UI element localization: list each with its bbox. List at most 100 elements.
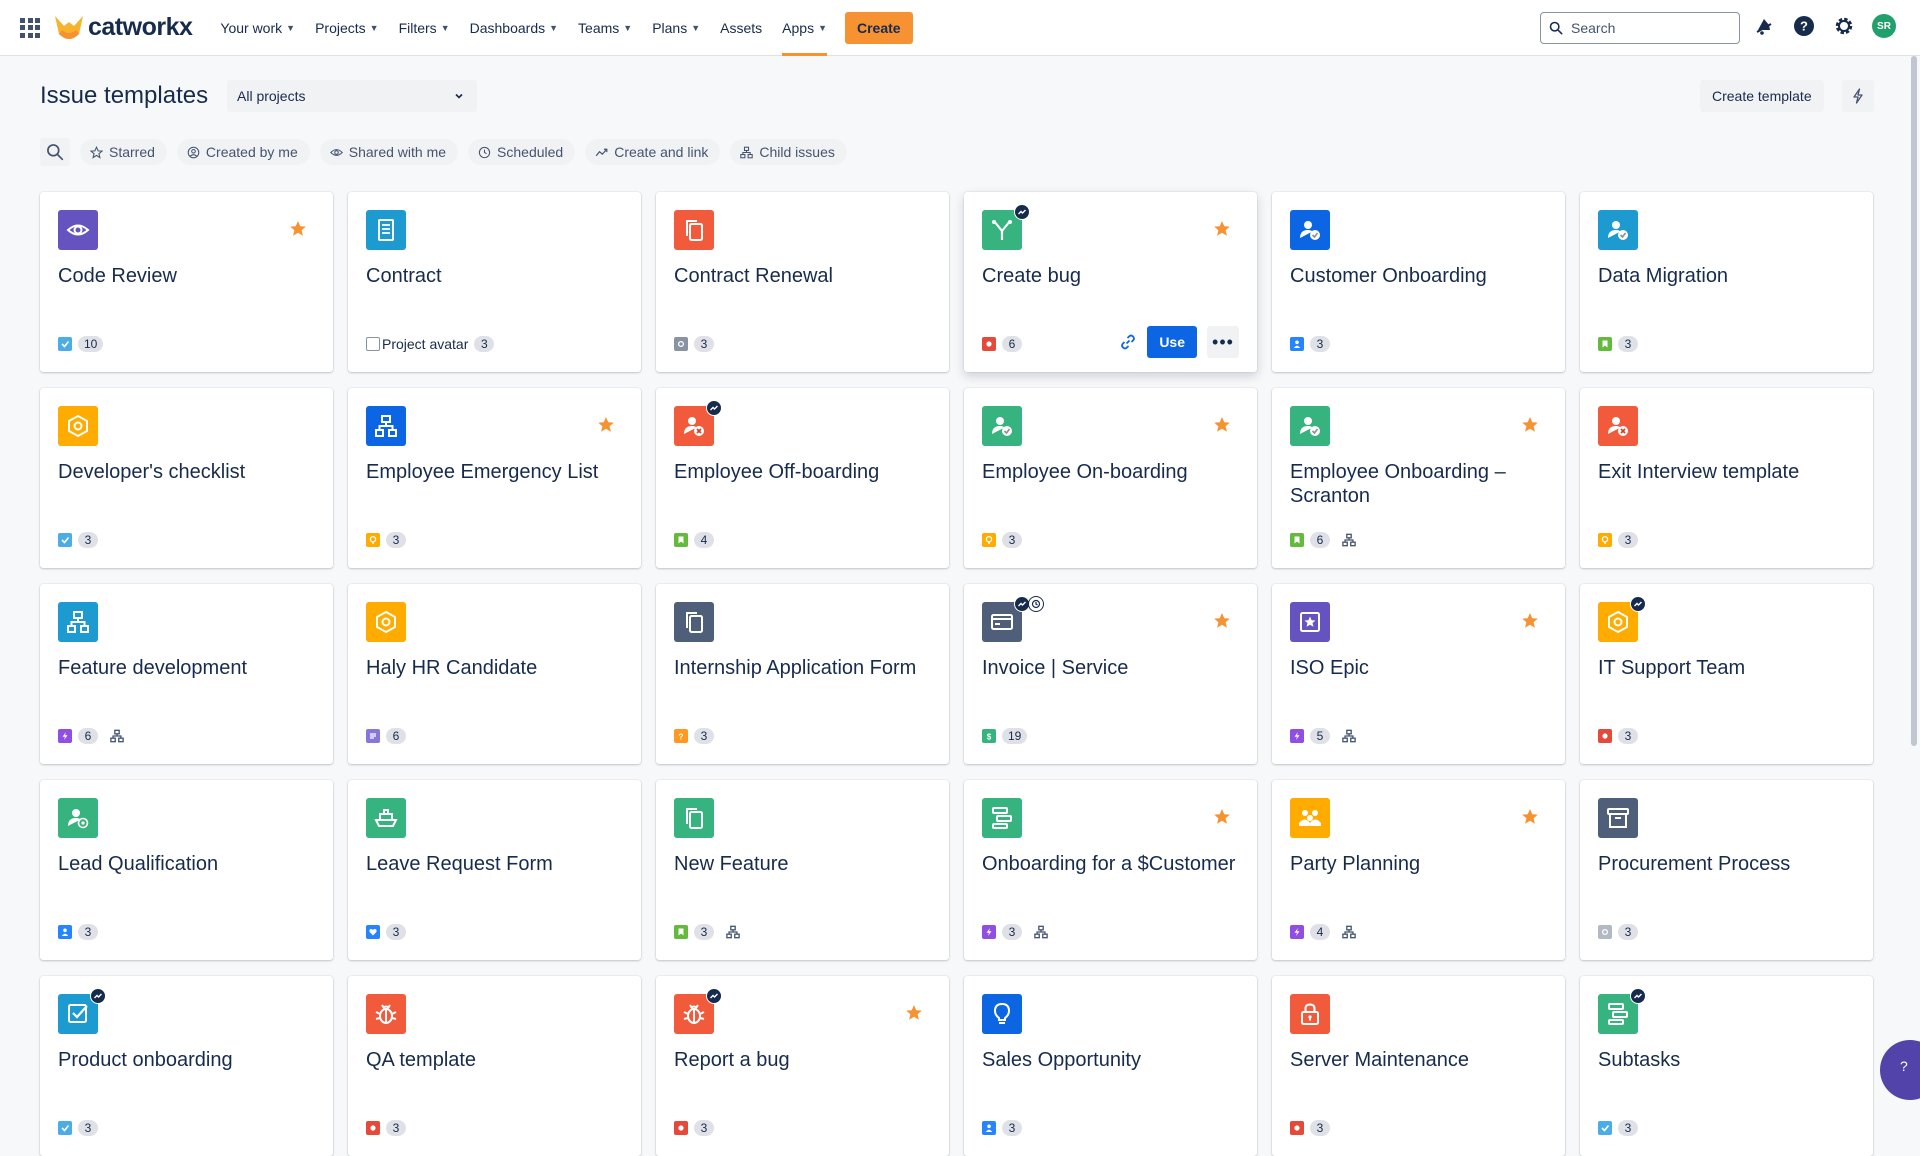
filter-create-and-link[interactable]: Create and link: [585, 139, 721, 165]
settings-gear-icon[interactable]: [1832, 14, 1856, 38]
template-card[interactable]: Lead Qualification 3: [40, 780, 333, 960]
bug-type-icon: [1290, 1121, 1304, 1135]
template-card[interactable]: Code Review 10: [40, 192, 333, 372]
generic-type-icon: [1598, 925, 1612, 939]
template-card[interactable]: Subtasks 3: [1580, 976, 1873, 1156]
template-card[interactable]: Sales Opportunity 3: [964, 976, 1257, 1156]
help-icon[interactable]: ?: [1792, 14, 1816, 38]
template-card[interactable]: ISO Epic 5: [1272, 584, 1565, 764]
template-card[interactable]: Data Migration 3: [1580, 192, 1873, 372]
template-card[interactable]: Employee On-boarding 3: [964, 388, 1257, 568]
template-card[interactable]: Party Planning 4: [1272, 780, 1565, 960]
field-count-badge: 3: [1618, 728, 1638, 744]
bug-type-icon: [1598, 729, 1612, 743]
card-footer: 3: [366, 924, 406, 940]
generic-type-icon: [674, 337, 688, 351]
card-footer: 10: [58, 336, 104, 352]
help-fab-button[interactable]: ?: [1880, 1040, 1920, 1100]
template-card[interactable]: Report a bug 3: [656, 976, 949, 1156]
starred-icon[interactable]: [1213, 612, 1231, 630]
template-card[interactable]: Server Maintenance 3: [1272, 976, 1565, 1156]
automation-button[interactable]: [1842, 80, 1874, 112]
nav-plans[interactable]: Plans ▼: [652, 0, 700, 56]
filter-label: Create and link: [614, 144, 709, 160]
template-card[interactable]: QA template 3: [348, 976, 641, 1156]
epic-type-icon: [1290, 925, 1304, 939]
filter-search-button[interactable]: [40, 138, 70, 166]
filter-scheduled[interactable]: Scheduled: [468, 139, 576, 165]
filter-child-issues[interactable]: Child issues: [730, 139, 847, 165]
template-card[interactable]: Invoice | Service $19: [964, 584, 1257, 764]
search-box[interactable]: [1540, 12, 1740, 44]
template-card[interactable]: Feature development 6: [40, 584, 333, 764]
chevron-down-icon: [455, 93, 463, 99]
template-card[interactable]: Employee Off-boarding 4: [656, 388, 949, 568]
card-footer: 3: [1598, 336, 1638, 352]
template-card[interactable]: Employee Emergency List 3: [348, 388, 641, 568]
bug-type-icon: [982, 337, 996, 351]
field-count-badge: 6: [78, 728, 98, 744]
template-card[interactable]: Onboarding for a $Customer 3: [964, 780, 1257, 960]
template-card[interactable]: Customer Onboarding 3: [1272, 192, 1565, 372]
template-card[interactable]: Contract Project avatar 3: [348, 192, 641, 372]
template-card[interactable]: Contract Renewal 3: [656, 192, 949, 372]
brand-logo[interactable]: catworkx: [54, 13, 193, 42]
filter-shared-with-me[interactable]: Shared with me: [319, 139, 459, 165]
create-template-button[interactable]: Create template: [1700, 80, 1824, 112]
starred-icon[interactable]: [1521, 612, 1539, 630]
starred-icon[interactable]: [905, 1004, 923, 1022]
field-count-badge: 3: [1618, 1120, 1638, 1136]
app-switcher-icon[interactable]: [20, 17, 40, 38]
project-filter-select[interactable]: All projects: [227, 80, 477, 112]
page-scrollbar[interactable]: [1908, 56, 1920, 1080]
nav-apps[interactable]: Apps ▼: [782, 0, 827, 56]
starred-icon[interactable]: [1521, 416, 1539, 434]
nav-label: Projects: [315, 19, 366, 36]
copy-icon: [686, 220, 703, 241]
fork-icon: [992, 220, 1012, 240]
ship-icon: [374, 809, 398, 827]
starred-icon[interactable]: [1213, 808, 1231, 826]
template-card[interactable]: Developer's checklist 3: [40, 388, 333, 568]
more-options-button[interactable]: •••: [1207, 326, 1239, 358]
starred-icon[interactable]: [289, 220, 307, 238]
use-template-button[interactable]: Use: [1147, 326, 1197, 358]
search-input[interactable]: [1571, 20, 1731, 36]
scrollbar-thumb[interactable]: [1911, 56, 1917, 746]
nav-assets[interactable]: Assets: [720, 0, 762, 56]
nav-projects[interactable]: Projects ▼: [315, 0, 379, 56]
user-avatar[interactable]: SR: [1872, 14, 1896, 38]
nav-filters[interactable]: Filters ▼: [399, 0, 450, 56]
template-card[interactable]: Product onboarding 3: [40, 976, 333, 1156]
link-icon[interactable]: [1119, 333, 1137, 351]
notifications-icon[interactable]: [1752, 14, 1776, 38]
template-card[interactable]: IT Support Team 3: [1580, 584, 1873, 764]
nav-teams[interactable]: Teams ▼: [578, 0, 632, 56]
ellipsis-icon: •••: [1212, 331, 1234, 352]
lightning-icon: [1853, 88, 1863, 104]
question-type-icon: ?: [674, 729, 688, 743]
template-card[interactable]: Employee Onboarding – Scranton 6: [1272, 388, 1565, 568]
starred-icon[interactable]: [1213, 220, 1231, 238]
template-tile: [58, 988, 106, 1034]
template-tile: [674, 400, 722, 446]
user-x-icon: [684, 417, 704, 436]
copy-icon: [686, 612, 703, 633]
filter-label: Starred: [109, 144, 155, 160]
template-card[interactable]: Leave Request Form 3: [348, 780, 641, 960]
hierarchy-icon: [375, 415, 397, 437]
filter-starred[interactable]: Starred: [80, 139, 167, 165]
template-card[interactable]: New Feature 3: [656, 780, 949, 960]
template-card[interactable]: Exit Interview template 3: [1580, 388, 1873, 568]
nav-dashboards[interactable]: Dashboards ▼: [470, 0, 558, 56]
starred-icon[interactable]: [1213, 416, 1231, 434]
template-card[interactable]: Haly HR Candidate 6: [348, 584, 641, 764]
starred-icon[interactable]: [1521, 808, 1539, 826]
filter-created-by-me[interactable]: Created by me: [176, 139, 310, 165]
template-card[interactable]: Internship Application Form ? 3: [656, 584, 949, 764]
template-card[interactable]: Create bug 6 Use •••: [964, 192, 1257, 372]
template-card[interactable]: Procurement Process 3: [1580, 780, 1873, 960]
starred-icon[interactable]: [597, 416, 615, 434]
create-button[interactable]: Create: [845, 11, 913, 44]
nav-your-work[interactable]: Your work ▼: [220, 0, 295, 56]
